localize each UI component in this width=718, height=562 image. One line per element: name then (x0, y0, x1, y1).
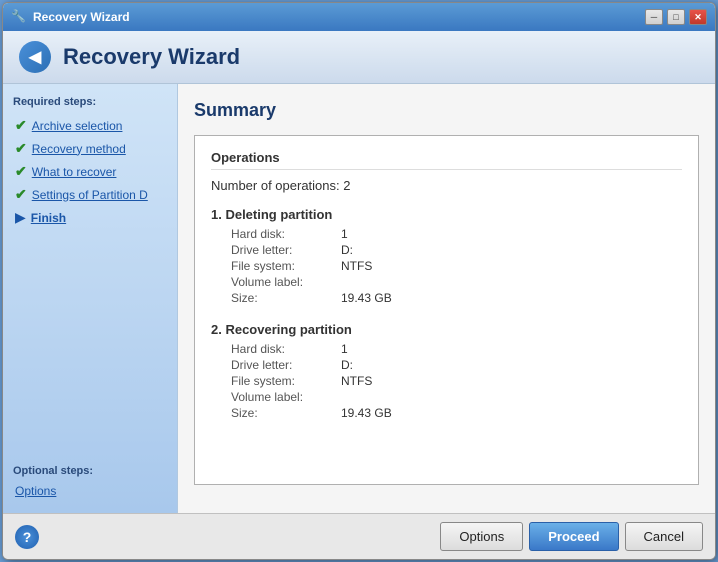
operation-2-title: 2. Recovering partition (211, 322, 682, 337)
minimize-button[interactable]: ─ (645, 9, 663, 25)
main-content: Required steps: ✔ Archive selection ✔ Re… (3, 84, 715, 513)
recovery-method-link[interactable]: Recovery method (32, 142, 126, 156)
proceed-button[interactable]: Proceed (529, 522, 618, 551)
op-1-detail-driveletter: Drive letter: D: (211, 242, 682, 258)
settings-partition-d-link[interactable]: Settings of Partition D (32, 188, 148, 202)
op-2-detail-filesystem: File system: NTFS (211, 373, 682, 389)
sidebar-item-finish[interactable]: ▶ Finish (13, 206, 167, 229)
window-title: Recovery Wizard (33, 10, 130, 24)
content-area: Summary Operations Number of operations:… (178, 84, 715, 513)
title-bar-controls: ─ □ ✕ (645, 9, 707, 25)
help-button[interactable]: ? (15, 525, 39, 549)
check-icon-settings-partition: ✔ (15, 186, 27, 203)
op-2-filesystem-value: NTFS (341, 374, 372, 388)
op-2-size-value: 19.43 GB (341, 406, 392, 420)
check-icon-recovery-method: ✔ (15, 140, 27, 157)
num-operations-label: Number of operations: (211, 178, 343, 193)
op-2-harddisk-value: 1 (341, 342, 348, 356)
required-steps-label: Required steps: (13, 96, 167, 108)
optional-steps-label: Optional steps: (13, 465, 167, 477)
archive-selection-link[interactable]: Archive selection (32, 119, 123, 133)
cancel-button[interactable]: Cancel (625, 522, 703, 551)
op-1-detail-size: Size: 19.43 GB (211, 290, 682, 306)
sidebar-item-recovery-method[interactable]: ✔ Recovery method (13, 137, 167, 160)
maximize-button[interactable]: □ (667, 9, 685, 25)
options-button[interactable]: Options (440, 522, 523, 551)
op-1-driveletter-label: Drive letter: (231, 243, 341, 257)
check-icon-archive: ✔ (15, 117, 27, 134)
footer-right: Options Proceed Cancel (440, 522, 703, 551)
sidebar-item-archive-selection[interactable]: ✔ Archive selection (13, 114, 167, 137)
title-bar: 🔧 Recovery Wizard ─ □ ✕ (3, 3, 715, 31)
op-2-detail-size: Size: 19.43 GB (211, 405, 682, 421)
op-1-size-label: Size: (231, 291, 341, 305)
title-bar-left: 🔧 Recovery Wizard (11, 9, 130, 25)
footer-left: ? (15, 525, 39, 549)
op-1-filesystem-label: File system: (231, 259, 341, 273)
main-window: 🔧 Recovery Wizard ─ □ ✕ ◀ Recovery Wizar… (2, 2, 716, 560)
op-1-filesystem-value: NTFS (341, 259, 372, 273)
op-2-driveletter-label: Drive letter: (231, 358, 341, 372)
optional-section: Optional steps: Options (13, 465, 167, 501)
sidebar-spacer (13, 229, 167, 457)
op-1-volumelabel-label: Volume label: (231, 275, 341, 289)
sidebar: Required steps: ✔ Archive selection ✔ Re… (3, 84, 178, 513)
header-section: ◀ Recovery Wizard (3, 31, 715, 84)
op-1-driveletter-value: D: (341, 243, 353, 257)
op-1-detail-harddisk: Hard disk: 1 (211, 226, 682, 242)
what-to-recover-link[interactable]: What to recover (32, 165, 117, 179)
sidebar-item-settings-partition-d[interactable]: ✔ Settings of Partition D (13, 183, 167, 206)
op-1-detail-filesystem: File system: NTFS (211, 258, 682, 274)
options-sidebar-link[interactable]: Options (15, 484, 56, 498)
op-1-size-value: 19.43 GB (341, 291, 392, 305)
check-icon-what-to-recover: ✔ (15, 163, 27, 180)
operations-heading: Operations (211, 150, 682, 170)
back-button[interactable]: ◀ (19, 41, 51, 73)
op-2-filesystem-label: File system: (231, 374, 341, 388)
op-2-detail-harddisk: Hard disk: 1 (211, 341, 682, 357)
num-operations: Number of operations: 2 (211, 178, 682, 193)
finish-link[interactable]: Finish (31, 211, 66, 225)
op-2-driveletter-value: D: (341, 358, 353, 372)
op-2-size-label: Size: (231, 406, 341, 420)
op-2-volumelabel-label: Volume label: (231, 390, 341, 404)
arrow-icon-finish: ▶ (15, 209, 26, 226)
num-operations-value: 2 (343, 178, 350, 193)
op-2-harddisk-label: Hard disk: (231, 342, 341, 356)
sidebar-item-what-to-recover[interactable]: ✔ What to recover (13, 160, 167, 183)
footer: ? Options Proceed Cancel (3, 513, 715, 559)
op-1-harddisk-label: Hard disk: (231, 227, 341, 241)
op-1-detail-volumelabel: Volume label: (211, 274, 682, 290)
content-title: Summary (194, 100, 699, 121)
op-2-detail-volumelabel: Volume label: (211, 389, 682, 405)
summary-box: Operations Number of operations: 2 1. De… (194, 135, 699, 485)
operation-2: 2. Recovering partition Hard disk: 1 Dri… (211, 322, 682, 421)
op-1-harddisk-value: 1 (341, 227, 348, 241)
operation-1-title: 1. Deleting partition (211, 207, 682, 222)
op-2-detail-driveletter: Drive letter: D: (211, 357, 682, 373)
header-title: Recovery Wizard (63, 44, 240, 70)
window-icon: 🔧 (11, 9, 27, 25)
sidebar-item-options[interactable]: Options (13, 481, 167, 501)
operation-1: 1. Deleting partition Hard disk: 1 Drive… (211, 207, 682, 306)
close-button[interactable]: ✕ (689, 9, 707, 25)
